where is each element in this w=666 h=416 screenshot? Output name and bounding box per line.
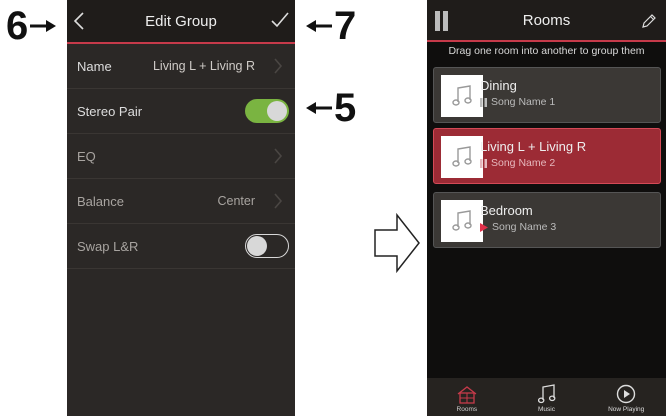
music-note-icon: [452, 146, 472, 167]
chevron-right-icon: [274, 148, 283, 164]
pause-bars-icon: [435, 11, 448, 31]
music-note-icon: [452, 210, 472, 231]
page-title: Rooms: [522, 11, 571, 29]
group-name-value: Living L + Living R: [152, 59, 255, 73]
toggle-knob: [247, 236, 267, 256]
tab-rooms[interactable]: Rooms: [427, 378, 507, 416]
callout-number: 7: [334, 4, 357, 48]
drag-instruction: Drag one room into another to group them: [448, 45, 645, 57]
rooms-screen: Rooms Drag one room into another to grou…: [427, 0, 666, 416]
tab-now-playing[interactable]: Now Playing: [586, 378, 666, 416]
back-button[interactable]: [73, 11, 85, 36]
music-note-icon: [537, 384, 555, 404]
chevron-right-icon: [274, 58, 283, 74]
stereo-pair-toggle[interactable]: [245, 99, 289, 123]
row-label: Swap L&R: [77, 238, 139, 254]
row-label: Balance: [77, 193, 124, 209]
swap-lr-toggle[interactable]: [245, 234, 289, 258]
room-card-bedroom[interactable]: Bedroom Song Name 3: [433, 192, 661, 248]
callout-number: 6: [6, 4, 29, 48]
name-row[interactable]: Name Living L + Living R: [67, 44, 295, 89]
rooms-header: Rooms: [427, 0, 666, 42]
play-icon: [480, 222, 488, 232]
row-label: Stereo Pair: [77, 103, 143, 119]
balance-value: Center: [217, 194, 255, 208]
eq-row[interactable]: EQ: [67, 134, 295, 179]
page-title: Edit Group: [145, 12, 217, 30]
music-note-icon: [452, 85, 472, 106]
pause-icon: [480, 158, 487, 168]
edit-group-screen: Edit Group Name Living L + Living R Ster…: [67, 0, 295, 416]
album-art: [441, 136, 483, 178]
album-art: [441, 75, 483, 117]
room-card-living[interactable]: Living L + Living R Song Name 2: [433, 128, 661, 184]
song-name: Song Name 2: [491, 157, 556, 169]
callout-7: 7: [306, 6, 356, 46]
arrow-left-icon: [306, 102, 332, 114]
tab-bar: Rooms Music Now Playing: [427, 378, 666, 416]
tab-label: Rooms: [456, 406, 478, 413]
rooms-menu-button[interactable]: [435, 11, 449, 36]
room-name: Bedroom: [480, 203, 533, 218]
confirm-button[interactable]: [271, 12, 289, 33]
outline-arrow-right-icon: [374, 213, 420, 273]
tab-label: Now Playing: [608, 406, 645, 413]
room-name: Dining: [480, 78, 517, 93]
tab-music[interactable]: Music: [507, 378, 587, 416]
room-card-dining[interactable]: Dining Song Name 1: [433, 67, 661, 123]
callout-6: 6: [6, 4, 57, 48]
album-art: [441, 200, 483, 242]
checkmark-icon: [271, 12, 289, 28]
pencil-icon: [642, 14, 656, 28]
edit-group-header: Edit Group: [67, 0, 295, 44]
balance-row[interactable]: Balance Center: [67, 179, 295, 224]
house-icon: [457, 386, 477, 404]
song-info: Song Name 2: [480, 157, 555, 169]
chevron-left-icon: [73, 12, 84, 30]
callout-number: 5: [334, 86, 357, 130]
edit-button[interactable]: [641, 13, 657, 34]
row-label: EQ: [77, 148, 96, 164]
song-name: Song Name 3: [492, 221, 557, 233]
callout-5: 5: [306, 88, 356, 128]
arrow-right-icon: [30, 20, 57, 32]
swap-lr-row: Swap L&R: [67, 224, 295, 269]
chevron-right-icon: [274, 193, 283, 209]
song-info: Song Name 3: [480, 221, 556, 233]
room-name: Living L + Living R: [480, 139, 587, 154]
arrow-left-icon: [306, 20, 332, 32]
play-circle-icon: [616, 384, 636, 404]
song-info: Song Name 1: [480, 96, 555, 108]
song-name: Song Name 1: [491, 96, 556, 108]
stereo-pair-row: Stereo Pair: [67, 89, 295, 134]
pause-icon: [480, 97, 487, 107]
row-label: Name: [77, 58, 112, 74]
tab-label: Music: [538, 406, 555, 413]
toggle-knob: [267, 101, 287, 121]
